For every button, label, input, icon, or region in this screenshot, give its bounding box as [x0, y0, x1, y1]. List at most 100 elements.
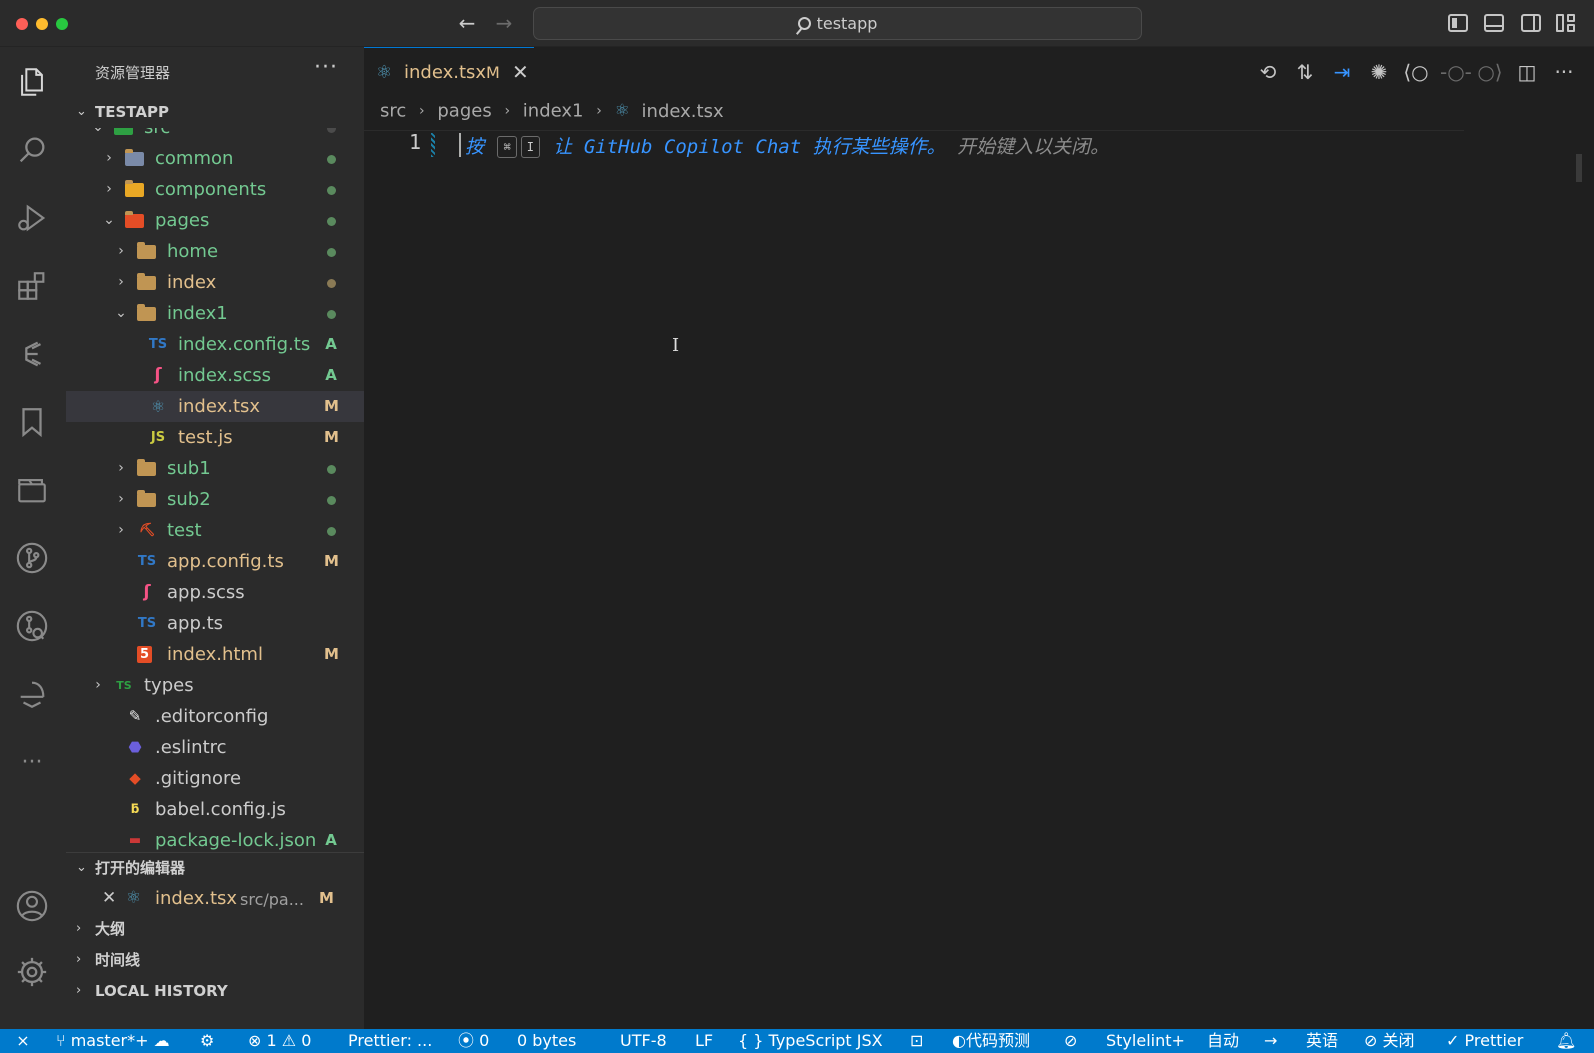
minimap-slider[interactable]	[1576, 154, 1582, 182]
section-outline[interactable]: › 大纲	[66, 914, 364, 944]
open-editor-item[interactable]: ✕ ⚛ index.tsx src/pa... M	[66, 883, 364, 914]
tree-item[interactable]: ⚛ index.tsx M	[66, 391, 364, 422]
tree-item[interactable]: › ⛏ test	[66, 515, 364, 546]
check-double-icon: ✓	[1446, 1031, 1465, 1050]
copilot-disabled-icon[interactable]: ⊘	[1064, 1029, 1077, 1053]
problems-status[interactable]: ⊗ 1 ⚠ 0	[248, 1029, 311, 1053]
open-changes-icon[interactable]: ⇥	[1329, 59, 1355, 85]
prettier-status[interactable]: Prettier: ...	[348, 1029, 432, 1053]
tree-item-label: common	[155, 148, 234, 169]
git-graph-icon[interactable]	[13, 607, 51, 645]
run-debug-icon[interactable]	[13, 199, 51, 237]
tab-index-tsx[interactable]: ⚛ index.tsx M ✕	[364, 47, 534, 97]
notifications-bell-icon[interactable]: 🔔︎	[1556, 1029, 1576, 1053]
section-open-editors[interactable]: ⌄ 打开的编辑器	[66, 852, 364, 882]
tree-item[interactable]: › home	[66, 236, 364, 267]
split-editor-icon[interactable]: ◫	[1514, 59, 1540, 85]
toggle-secondary-sidebar-icon[interactable]	[1521, 14, 1541, 32]
close-window-button[interactable]	[16, 18, 28, 30]
zoom-window-button[interactable]	[56, 18, 68, 30]
search-icon[interactable]	[13, 131, 51, 169]
more-views-icon[interactable]: ···	[13, 743, 51, 781]
more-actions-icon[interactable]: ···	[1551, 59, 1577, 85]
section-local-history[interactable]: › LOCAL HISTORY	[66, 976, 364, 1006]
close-icon[interactable]: ✕	[512, 60, 529, 84]
prettier-format-status[interactable]: ✓ Prettier	[1446, 1029, 1523, 1053]
language-mode-status[interactable]: { } TypeScript JSX	[738, 1029, 883, 1053]
remote-indicator-icon[interactable]: ⨯	[0, 1029, 46, 1053]
code-prediction-status[interactable]: ◐代码预测	[952, 1029, 1030, 1053]
tree-item[interactable]: ƃ babel.config.js	[66, 794, 364, 825]
branch-status[interactable]: ⑂ master*+ ☁	[56, 1029, 170, 1053]
breadcrumb-item[interactable]: index.tsx	[642, 101, 724, 122]
typescript-icon: TS	[148, 337, 168, 352]
account-icon[interactable]	[13, 887, 51, 925]
code-editor[interactable]: 1 按 ⌘ I 让 GitHub Copilot Chat 执行某些操作。 开始键…	[364, 130, 1594, 1029]
close-icon[interactable]: ✕	[102, 883, 116, 914]
tree-item[interactable]: › index	[66, 267, 364, 298]
tree-item[interactable]: › components	[66, 174, 364, 205]
extensions-icon[interactable]	[13, 267, 51, 305]
ports-status[interactable]: ⦿ 0	[458, 1029, 489, 1053]
next-change-icon[interactable]: ○⟩	[1477, 59, 1503, 85]
command-center-search[interactable]: testapp	[533, 7, 1142, 40]
go-back-icon[interactable]: ⟨○	[1403, 59, 1429, 85]
eol-status[interactable]: LF	[695, 1029, 713, 1053]
tree-item[interactable]: ✎ .editorconfig	[66, 701, 364, 732]
section-testapp[interactable]: ⌄ TESTAPP	[66, 97, 364, 127]
types-folder-icon: TS	[116, 679, 132, 692]
stylelint-status[interactable]: Stylelint+	[1106, 1029, 1185, 1053]
section-timeline[interactable]: › 时间线	[66, 945, 364, 975]
close-status[interactable]: ⊘ 关闭	[1364, 1029, 1415, 1053]
tree-item[interactable]: TS app.config.ts M	[66, 546, 364, 577]
gitlens-icon[interactable]	[13, 335, 51, 373]
tree-item[interactable]: TS index.config.ts A	[66, 329, 364, 360]
tree-item[interactable]: ⌄ pages	[66, 205, 364, 236]
language-status[interactable]: 英语	[1306, 1029, 1338, 1053]
modified-badge: M	[319, 889, 334, 907]
tree-item[interactable]: 5 index.html M	[66, 639, 364, 670]
forward-arrow-icon[interactable]: →	[491, 10, 517, 36]
file-size-status[interactable]: 0 bytes	[517, 1029, 576, 1053]
git-graph-status-icon[interactable]: ⚙	[200, 1029, 214, 1053]
encoding-status[interactable]: UTF-8	[620, 1029, 667, 1053]
remote-explorer-icon[interactable]	[13, 675, 51, 713]
tree-item[interactable]: ⌄ src	[66, 128, 364, 143]
tree-item[interactable]: › sub1	[66, 453, 364, 484]
tree-item-label: index.tsx	[178, 396, 261, 417]
tree-item[interactable]: ʃ app.scss	[66, 577, 364, 608]
tree-item[interactable]: › common	[66, 143, 364, 174]
explorer-files-icon[interactable]	[13, 63, 51, 101]
auto-status[interactable]: 自动	[1207, 1029, 1239, 1053]
toggle-primary-sidebar-icon[interactable]	[1448, 14, 1468, 32]
terminal-icon[interactable]: ⊡	[910, 1029, 923, 1053]
project-manager-icon[interactable]	[13, 471, 51, 509]
back-arrow-icon[interactable]: ←	[454, 10, 480, 36]
toggle-panel-icon[interactable]	[1484, 14, 1504, 32]
customize-layout-icon[interactable]	[1556, 14, 1576, 32]
timeline-history-icon[interactable]: ⟲	[1255, 59, 1281, 85]
chevron-right-icon: ›	[118, 522, 124, 538]
breadcrumb-item[interactable]: index1	[523, 101, 584, 122]
modified-badge: M	[324, 428, 339, 446]
previous-change-icon[interactable]: -○-	[1440, 59, 1472, 85]
tree-item[interactable]: › sub2	[66, 484, 364, 515]
tree-item[interactable]: ◆ .gitignore	[66, 763, 364, 794]
compare-changes-icon[interactable]: ⇅	[1292, 59, 1318, 85]
chatgpt-icon[interactable]: ✺	[1366, 59, 1392, 85]
breadcrumb-item[interactable]: pages	[437, 101, 491, 122]
source-control-icon[interactable]	[13, 539, 51, 577]
tree-item[interactable]: ʃ index.scss A	[66, 360, 364, 391]
minimize-window-button[interactable]	[36, 18, 48, 30]
tree-item[interactable]: › TS types	[66, 670, 364, 701]
tree-item[interactable]: TS app.ts	[66, 608, 364, 639]
bookmark-icon[interactable]	[13, 403, 51, 441]
tree-item-label: sub1	[167, 458, 211, 479]
breadcrumb-item[interactable]: src	[380, 101, 406, 122]
tree-item[interactable]: JS test.js M	[66, 422, 364, 453]
settings-gear-icon[interactable]	[13, 953, 51, 991]
tree-item[interactable]: ⬣ .eslintrc	[66, 732, 364, 763]
tree-item[interactable]: ⌄ index1	[66, 298, 364, 329]
more-actions-icon[interactable]: ···	[314, 55, 338, 80]
react-icon: ⚛	[376, 62, 393, 83]
